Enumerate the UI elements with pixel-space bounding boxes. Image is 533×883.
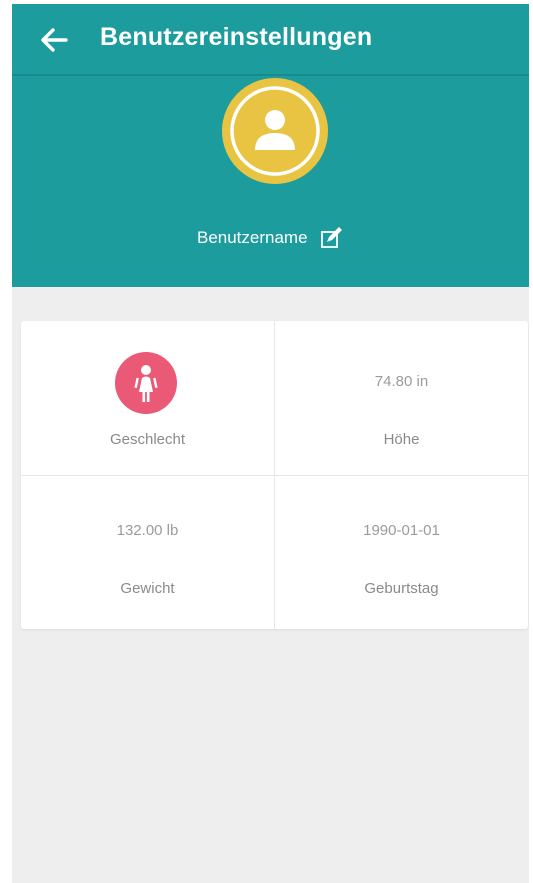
profile-header: Benutzereinstellungen Benutzername — [12, 4, 529, 287]
female-icon — [115, 352, 177, 414]
height-cell[interactable]: 74.80 in Höhe — [275, 321, 528, 476]
username-label: Benutzername — [196, 228, 308, 247]
weight-cell[interactable]: 132.00 lb Gewicht — [21, 476, 275, 630]
profile-card: Geschlecht 74.80 in Höhe 132.00 lb Gewic… — [21, 321, 528, 630]
back-button[interactable] — [38, 24, 70, 56]
height-value: 74.80 in — [374, 373, 429, 390]
arrow-left-icon — [41, 28, 68, 52]
avatar[interactable] — [222, 78, 328, 184]
toolbar: Benutzereinstellungen — [12, 4, 529, 76]
gender-label: Geschlecht — [109, 431, 186, 448]
birthday-label: Geburtstag — [364, 580, 439, 597]
page-title: Benutzereinstellungen — [100, 23, 373, 51]
gender-cell[interactable]: Geschlecht — [21, 321, 275, 476]
settings-screen: Benutzereinstellungen Benutzername Gesch… — [12, 4, 529, 883]
weight-label: Gewicht — [120, 580, 175, 597]
edit-icon[interactable] — [320, 226, 344, 250]
username-row: Benutzername — [12, 226, 529, 254]
weight-value: 132.00 lb — [116, 522, 179, 539]
birthday-cell[interactable]: 1990-01-01 Geburtstag — [275, 476, 528, 630]
user-avatar-icon — [225, 81, 325, 181]
height-label: Höhe — [383, 431, 420, 448]
birthday-value: 1990-01-01 — [363, 522, 440, 539]
